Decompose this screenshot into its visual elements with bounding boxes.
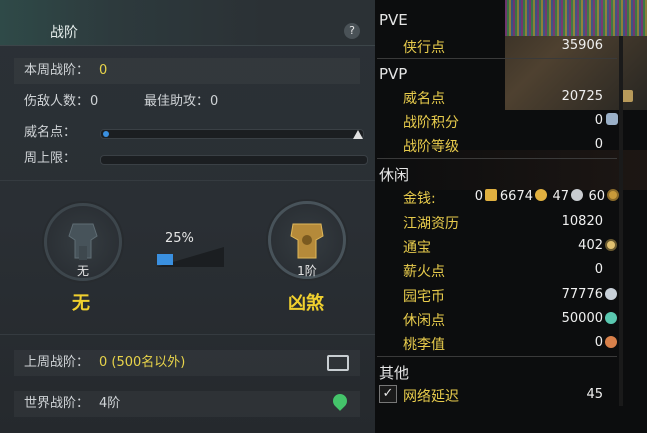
next-tier-caption: 1阶 [297,264,317,278]
item-value: 50000 [561,311,603,326]
item-label: 薪火点 [403,264,445,280]
last-week-label: 上周战阶： [24,355,90,370]
item-label: 侠行点 [403,40,445,56]
tongbao-coin-icon [605,239,617,251]
section-other: 其他 [379,364,410,382]
prestige-label: 威名点： [24,125,77,140]
silver-ingot-icon [571,189,583,201]
item-value: 0 [594,335,603,350]
item-label: 桃李值 [403,337,445,353]
help-icon[interactable]: ? [344,23,360,39]
copper-coin-icon [607,189,619,201]
prestige-bar-fill [103,131,109,137]
kills-row: 伤敌人数： 0 最佳助攻： 0 [14,89,360,115]
tier-progress-percent: 25% [165,231,194,246]
tier-progress-fill [157,254,173,265]
last-week-row: 上周战阶： 0 (500名以外) [14,350,360,376]
weekly-cap-label: 周上限： [24,151,77,166]
item-value: 45 [586,387,603,402]
gold-bar-icon [485,189,497,201]
weekly-cap-row: 周上限： [14,146,368,172]
shield-icon [606,113,618,125]
prestige-row: 威名点： [14,120,364,146]
divider [377,356,617,357]
money-label: 金钱: [403,191,436,207]
gold-value: 6674 [499,189,533,204]
item-value: 0 [594,113,603,128]
gold-ingot-icon [535,189,547,201]
item-value: 77776 [561,287,603,302]
divider [377,58,617,59]
rank-panel: 战阶 ? 本周战阶： 0 伤敌人数： 0 最佳助攻： 0 威名点： 周上限： 无… [0,0,375,433]
latency-checkbox[interactable]: ✓ [379,385,397,403]
divider [377,158,617,159]
weekly-cap-bar [100,155,368,165]
current-tier-name: 无 [72,293,90,314]
item-value: 402 [578,238,603,253]
item-label: 江湖资历 [403,216,459,232]
best-assist-value: 0 [210,94,219,109]
item-label: 网络延迟 [403,389,459,405]
item-label: 战阶等级 [403,139,459,155]
background-scene-lower [375,150,647,190]
item-value: 20725 [561,89,603,104]
divider [0,180,375,181]
currency-panel: PVE 侠行点 35906 PVP 威名点 20725 战阶积分 0 战阶等级 … [375,0,647,433]
panel-title: 战阶 [50,25,78,41]
copper-value: 60 [588,189,605,204]
leisure-point-icon [605,312,617,324]
last-week-value: 0 (500名以外) [99,355,186,370]
section-pve: PVE [379,11,408,29]
world-rank-row: 世界战阶： 4阶 [14,391,360,417]
item-value: 35906 [561,38,603,53]
item-label: 休闲点 [403,313,445,329]
silver-value: 47 [552,189,569,204]
current-tier-caption: 无 [76,264,89,278]
scrollbar[interactable] [619,36,623,406]
kills-value: 0 [90,94,99,109]
item-value: 10820 [561,214,603,229]
item-label: 威名点 [403,91,445,107]
panel-header: 战阶 ? [0,0,375,46]
world-rank-label: 世界战阶： [24,396,90,411]
week-rank-label: 本周战阶： [24,63,90,78]
background-scene-stripes [505,0,647,36]
week-rank-value: 0 [99,63,108,78]
item-label: 战阶积分 [403,115,459,131]
house-coin-icon [605,288,617,300]
item-value: 0 [594,262,603,277]
peach-icon [605,336,617,348]
kills-label: 伤敌人数： [24,94,90,109]
next-tier-name: 凶煞 [288,293,324,314]
best-assist-label: 最佳助攻： [144,94,210,109]
item-value: 0 [594,137,603,152]
item-label: 通宝 [403,240,431,256]
item-label: 园宅币 [403,289,445,305]
section-pvp: PVP [379,65,408,83]
week-rank-row: 本周战阶： 0 [14,58,360,84]
reward-chest-icon[interactable] [327,355,349,371]
prestige-cap-marker-icon [353,130,363,139]
gold-bar-value: 0 [474,189,483,204]
section-leisure: 休闲 [379,166,410,184]
world-rank-value: 4阶 [99,396,121,411]
prestige-bar [100,129,364,139]
divider [0,334,375,335]
